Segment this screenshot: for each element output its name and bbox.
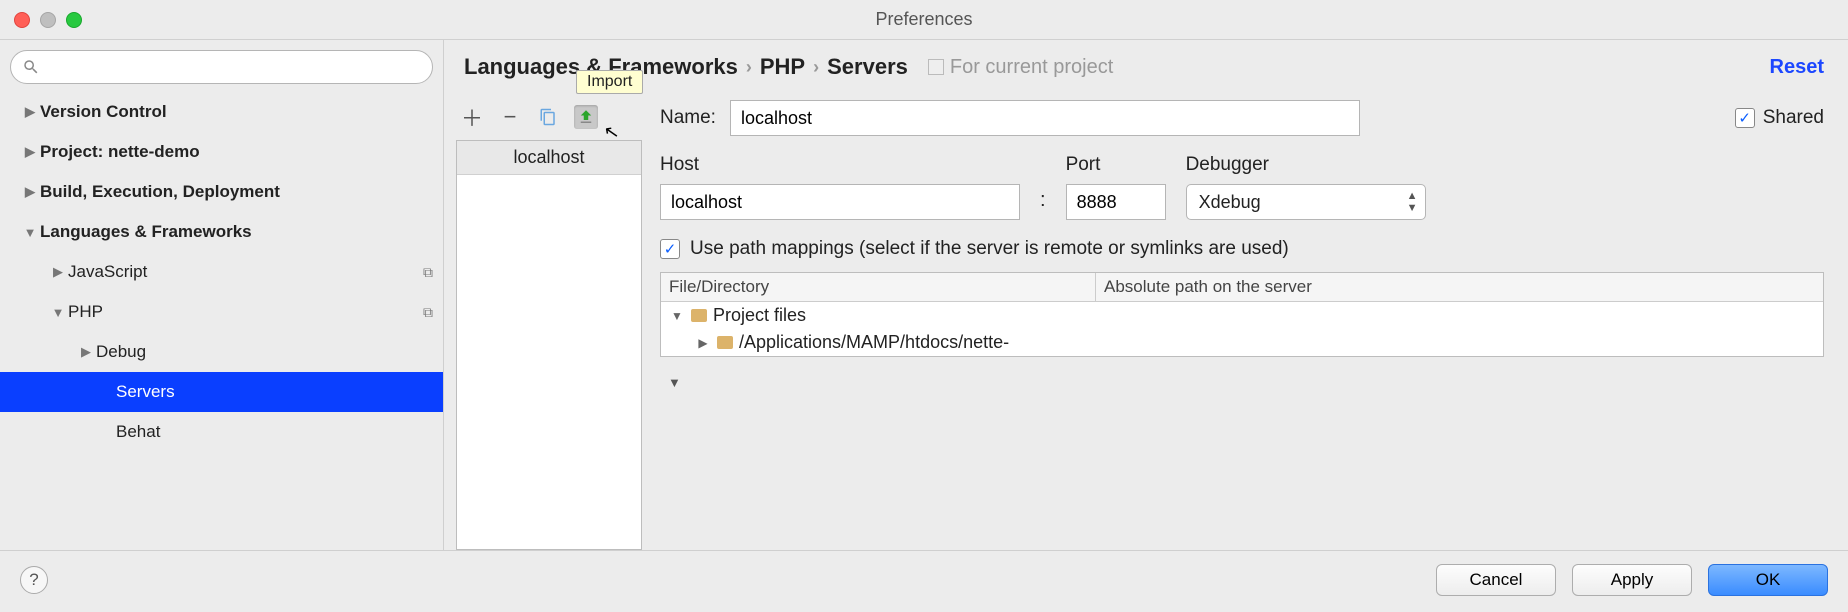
checkbox-icon: ✓	[660, 239, 680, 259]
chevron-right-icon: ▶	[48, 264, 68, 280]
copy-icon: ⧉	[423, 304, 433, 321]
name-label: Name:	[660, 107, 716, 129]
scope-label: For current project	[928, 56, 1113, 79]
host-input[interactable]	[660, 184, 1020, 220]
tree-item-languages[interactable]: ▼ Languages & Frameworks	[0, 212, 443, 252]
checkbox-icon: ✓	[1735, 108, 1755, 128]
mapping-row-root[interactable]: ▼ Project files	[661, 302, 1823, 329]
apply-button[interactable]: Apply	[1572, 564, 1692, 596]
server-toolbar: Import ＋ − ↖	[456, 100, 642, 134]
tree-label: JavaScript	[68, 262, 423, 282]
tree-item-behat[interactable]: Behat	[0, 412, 443, 452]
mapping-table: File/Directory Absolute path on the serv…	[660, 272, 1824, 357]
chevron-right-icon: ▶	[20, 144, 40, 160]
tree-label: Build, Execution, Deployment	[40, 182, 433, 202]
mapping-table-header: File/Directory Absolute path on the serv…	[661, 273, 1823, 302]
breadcrumb-sep-icon: ›	[813, 57, 819, 78]
colon: :	[1040, 189, 1046, 220]
shared-label: Shared	[1763, 107, 1824, 129]
col-absolute-path[interactable]: Absolute path on the server	[1096, 273, 1823, 301]
help-button[interactable]: ?	[20, 566, 48, 594]
name-input[interactable]	[730, 100, 1360, 136]
tree-item-build[interactable]: ▶ Build, Execution, Deployment	[0, 172, 443, 212]
sidebar-tree: ▶ Version Control ▶ Project: nette-demo …	[0, 92, 443, 550]
zoom-window-icon[interactable]	[66, 12, 82, 28]
tree-item-debug[interactable]: ▶ Debug	[0, 332, 443, 372]
server-list[interactable]: localhost	[456, 140, 642, 550]
col-file-directory[interactable]: File/Directory	[661, 273, 1096, 301]
shared-checkbox[interactable]: ✓ Shared	[1735, 107, 1824, 129]
chevron-right-icon: ▶	[695, 336, 711, 350]
debugger-label: Debugger	[1186, 154, 1426, 176]
window-controls	[14, 12, 82, 28]
port-input[interactable]	[1066, 184, 1166, 220]
close-window-icon[interactable]	[14, 12, 30, 28]
tree-label: Languages & Frameworks	[40, 222, 433, 242]
cursor-icon: ↖	[602, 121, 621, 144]
chevron-down-icon: ▼	[669, 309, 685, 323]
mappings-checkbox[interactable]: ✓ Use path mappings (select if the serve…	[660, 238, 1824, 260]
dialog-button-bar: ? Cancel Apply OK	[0, 550, 1848, 608]
tree-label: Debug	[96, 342, 433, 362]
sidebar: ▶ Version Control ▶ Project: nette-demo …	[0, 40, 444, 550]
minimize-window-icon[interactable]	[40, 12, 56, 28]
chevron-down-icon: ▼	[20, 225, 40, 240]
server-form: Name: ✓ Shared Host : Port	[660, 100, 1824, 550]
reset-link[interactable]: Reset	[1770, 56, 1824, 79]
mapping-root-label: Project files	[713, 305, 806, 326]
tree-label: Project: nette-demo	[40, 142, 433, 162]
select-arrows-icon: ▲▼	[1407, 190, 1418, 214]
project-scope-icon	[928, 59, 944, 75]
tree-label: PHP	[68, 302, 423, 322]
window-titlebar: Preferences	[0, 0, 1848, 40]
debugger-select[interactable]: Xdebug ▲▼	[1186, 184, 1426, 220]
mapping-path-label: /Applications/MAMP/htdocs/nette-	[739, 332, 1009, 353]
port-label: Port	[1066, 154, 1166, 176]
tree-label: Servers	[116, 382, 433, 402]
remove-button[interactable]: −	[498, 105, 522, 129]
mappings-label: Use path mappings (select if the server …	[690, 238, 1289, 260]
copy-icon	[539, 108, 557, 126]
debugger-value: Xdebug	[1186, 184, 1426, 220]
import-tooltip: Import	[576, 70, 643, 94]
tree-label: Behat	[116, 422, 433, 442]
chevron-right-icon: ▶	[76, 344, 96, 360]
search-icon	[22, 58, 40, 76]
copy-icon: ⧉	[423, 264, 433, 281]
breadcrumb: Languages & Frameworks › PHP › Servers F…	[456, 54, 1824, 80]
scope-text: For current project	[950, 56, 1113, 79]
tree-label: Version Control	[40, 102, 433, 122]
import-button[interactable]	[574, 105, 598, 129]
tree-item-project[interactable]: ▶ Project: nette-demo	[0, 132, 443, 172]
copy-button[interactable]	[536, 105, 560, 129]
chevron-right-icon: ▶	[20, 104, 40, 120]
breadcrumb-part[interactable]: Servers	[827, 54, 908, 80]
tree-item-php[interactable]: ▼ PHP ⧉	[0, 292, 443, 332]
chevron-down-icon: ▼	[48, 305, 68, 320]
breadcrumb-sep-icon: ›	[746, 57, 752, 78]
server-list-panel: Import ＋ − ↖ localhost	[456, 100, 642, 550]
add-button[interactable]: ＋	[460, 105, 484, 129]
expand-footer-icon[interactable]: ▼	[660, 375, 1824, 390]
window-title: Preferences	[875, 9, 972, 30]
tree-item-javascript[interactable]: ▶ JavaScript ⧉	[0, 252, 443, 292]
breadcrumb-part[interactable]: PHP	[760, 54, 805, 80]
tree-item-servers[interactable]: Servers	[0, 372, 443, 412]
mapping-row-path[interactable]: ▶ /Applications/MAMP/htdocs/nette-	[661, 329, 1823, 356]
cancel-button[interactable]: Cancel	[1436, 564, 1556, 596]
folder-icon	[691, 309, 707, 322]
server-item[interactable]: localhost	[457, 141, 641, 175]
tree-item-version-control[interactable]: ▶ Version Control	[0, 92, 443, 132]
main-panel: Languages & Frameworks › PHP › Servers F…	[444, 40, 1848, 550]
folder-icon	[717, 336, 733, 349]
chevron-right-icon: ▶	[20, 184, 40, 200]
search-input[interactable]	[10, 50, 433, 84]
ok-button[interactable]: OK	[1708, 564, 1828, 596]
host-label: Host	[660, 154, 1020, 176]
import-icon	[577, 108, 595, 126]
